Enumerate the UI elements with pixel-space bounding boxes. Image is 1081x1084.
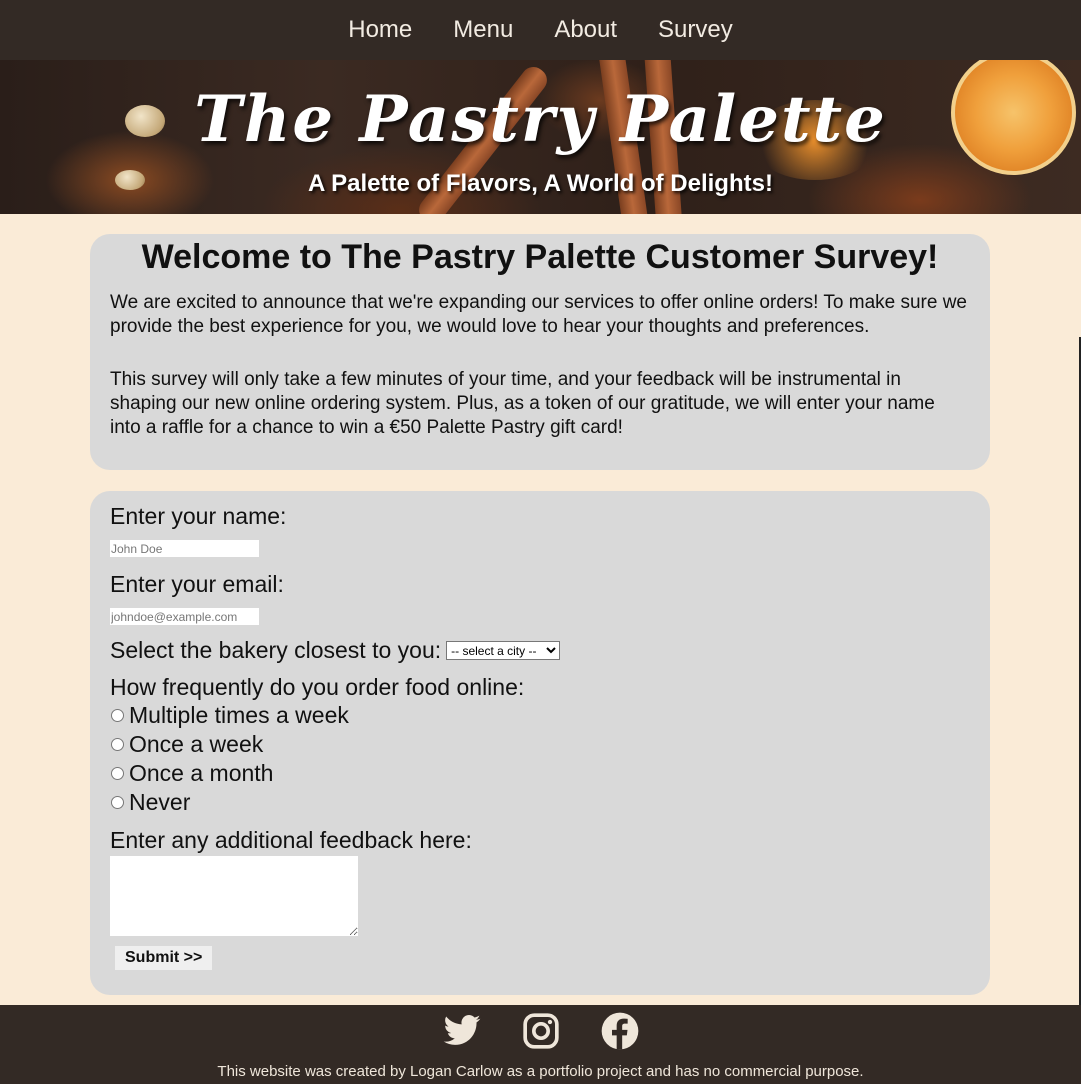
hero-banner: The Pastry Palette A Palette of Flavors,…	[0, 60, 1081, 214]
frequency-option[interactable]: Once a week	[110, 730, 970, 759]
intro-paragraph: We are excited to announce that we're ex…	[110, 292, 968, 337]
bakery-row: Select the bakery closest to you: -- sel…	[110, 637, 970, 664]
social-links	[0, 1005, 1081, 1055]
footer: This website was created by Logan Carlow…	[0, 1005, 1081, 1084]
feedback-label: Enter any additional feedback here:	[110, 827, 472, 853]
frequency-radio[interactable]	[111, 738, 124, 751]
frequency-option-label: Once a month	[129, 760, 274, 786]
nav-link-about[interactable]: About	[554, 16, 617, 44]
page-title: Welcome to The Pastry Palette Customer S…	[141, 238, 939, 276]
site-title: The Pastry Palette	[194, 82, 887, 157]
frequency-option[interactable]: Never	[110, 788, 970, 817]
email-label: Enter your email:	[110, 571, 284, 597]
survey-form: Enter your name: Enter your email: Selec…	[90, 491, 990, 995]
twitter-icon[interactable]	[442, 1011, 482, 1051]
name-input[interactable]	[110, 540, 259, 557]
frequency-option[interactable]: Multiple times a week	[110, 701, 970, 730]
frequency-label: How frequently do you order food online:	[110, 674, 525, 700]
frequency-radio[interactable]	[111, 796, 124, 809]
email-input[interactable]	[110, 608, 259, 625]
frequency-option-label: Never	[129, 789, 191, 815]
facebook-icon[interactable]	[600, 1011, 640, 1051]
frequency-option-label: Multiple times a week	[129, 702, 349, 728]
bakery-select[interactable]: -- select a city --	[446, 641, 561, 660]
bakery-label: Select the bakery closest to you:	[110, 637, 442, 663]
intro-card: Welcome to The Pastry Palette Customer S…	[90, 234, 990, 470]
frequency-option[interactable]: Once a month	[110, 759, 970, 788]
name-label: Enter your name:	[110, 503, 287, 529]
intro-paragraph: This survey will only take a few minutes…	[110, 369, 935, 438]
feedback-textarea[interactable]	[110, 856, 358, 936]
site-tagline: A Palette of Flavors, A World of Delight…	[308, 170, 773, 197]
instagram-icon[interactable]	[521, 1011, 561, 1051]
frequency-option-label: Once a week	[129, 731, 264, 757]
nav-link-survey[interactable]: Survey	[658, 16, 733, 44]
nav-link-menu[interactable]: Menu	[453, 16, 513, 44]
footer-credit: This website was created by Logan Carlow…	[217, 1063, 864, 1080]
frequency-radio[interactable]	[111, 767, 124, 780]
nav-link-home[interactable]: Home	[348, 16, 412, 44]
submit-button[interactable]: Submit >>	[115, 946, 213, 970]
top-nav: Home Menu About Survey	[0, 0, 1081, 60]
frequency-radio[interactable]	[111, 709, 124, 722]
